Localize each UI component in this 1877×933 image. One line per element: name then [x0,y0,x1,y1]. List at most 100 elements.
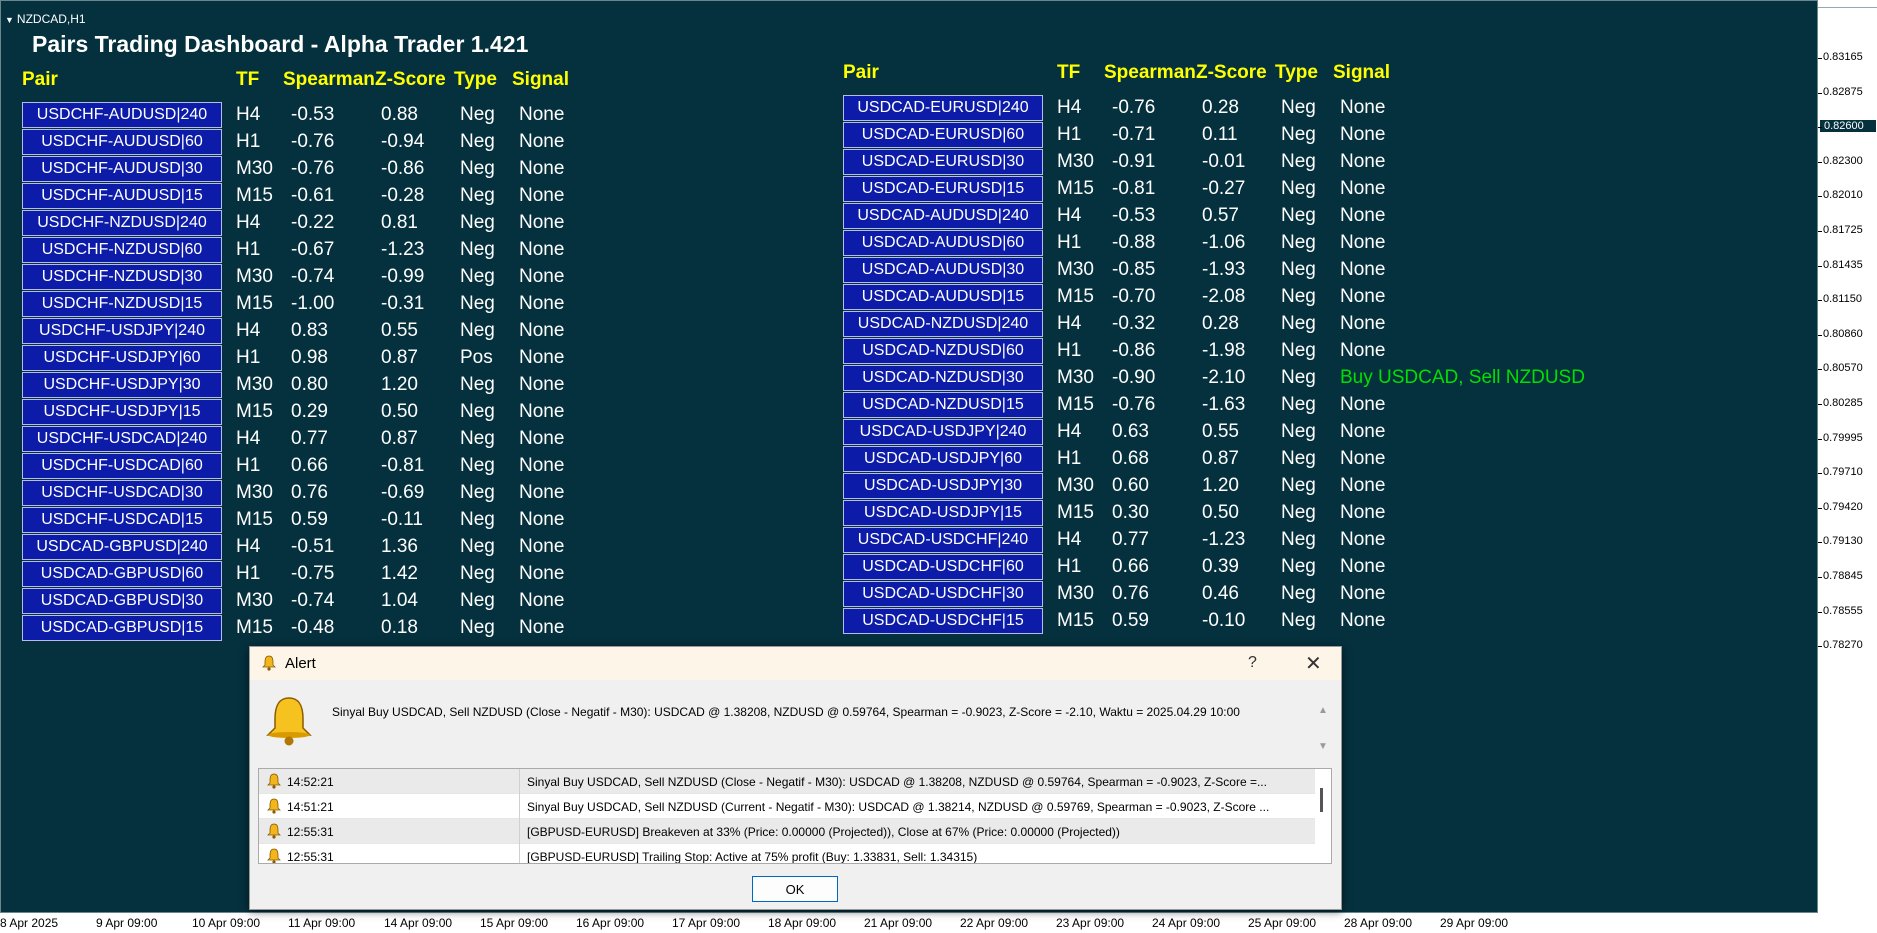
type-cell: Neg [1281,259,1316,280]
type-cell: Neg [460,482,495,503]
pair-button[interactable]: USDCAD-GBPUSD|240 [22,534,222,560]
tf-cell: H4 [236,320,261,341]
signal-cell: None [519,509,565,530]
pair-button[interactable]: USDCAD-USDJPY|30 [843,473,1043,499]
zscore-cell: -0.99 [381,266,425,287]
zscore-cell: -1.63 [1202,394,1246,415]
pair-button[interactable]: USDCAD-NZDUSD|15 [843,392,1043,418]
pair-button[interactable]: USDCAD-GBPUSD|30 [22,588,222,614]
signal-cell: None [519,239,565,260]
dropdown-triangle-icon[interactable]: ▼ [5,15,14,25]
alert-list-item[interactable]: 12:55:31 [GBPUSD-EURUSD] Breakeven at 33%… [259,819,1315,844]
price-axis[interactable]: 0.83165 0.82875 0.82600 0.82300 0.82010 0.817… [1818,0,1877,913]
pair-button[interactable]: USDCAD-AUDUSD|60 [843,230,1043,256]
pair-button[interactable]: USDCAD-EURUSD|30 [843,149,1043,175]
zscore-cell: 0.81 [381,212,418,233]
signal-cell: None [519,131,565,152]
table-row: USDCAD-USDJPY|60 H1 0.68 0.87 Neg None [843,446,1743,473]
type-cell: Neg [1281,367,1316,388]
pair-button[interactable]: USDCHF-USDJPY|15 [22,399,222,425]
alert-titlebar[interactable]: Alert ? ✕ [250,647,1341,680]
pair-button[interactable]: USDCHF-USDCAD|30 [22,480,222,506]
pair-button[interactable]: USDCAD-USDCHF|240 [843,527,1043,553]
time-tick: 18 Apr 09:00 [768,916,837,930]
bell-icon [267,773,281,789]
type-cell: Neg [1281,340,1316,361]
pair-button[interactable]: USDCAD-AUDUSD|30 [843,257,1043,283]
alert-text: Sinyal Buy USDCAD, Sell NZDUSD (Current … [527,800,1270,814]
pair-button[interactable]: USDCHF-USDCAD|15 [22,507,222,533]
signal-cell: None [519,212,565,233]
type-cell: Neg [460,509,495,530]
spearman-cell: 0.29 [291,401,328,422]
pair-button[interactable]: USDCHF-USDCAD|60 [22,453,222,479]
pair-button[interactable]: USDCHF-AUDUSD|15 [22,183,222,209]
pair-button[interactable]: USDCHF-NZDUSD|15 [22,291,222,317]
pair-button[interactable]: USDCAD-NZDUSD|60 [843,338,1043,364]
alert-history-list[interactable]: 14:52:21 Sinyal Buy USDCAD, Sell NZDUSD (… [258,768,1332,864]
zscore-cell: -0.31 [381,293,425,314]
signal-cell: None [519,536,565,557]
table-row: USDCAD-USDJPY|15 M15 0.30 0.50 Neg None [843,500,1743,527]
pair-button[interactable]: USDCAD-USDCHF|60 [843,554,1043,580]
type-cell: Neg [460,293,495,314]
pair-button[interactable]: USDCAD-USDJPY|60 [843,446,1043,472]
help-button[interactable]: ? [1248,654,1257,672]
tf-cell: M15 [1057,502,1094,523]
pair-button[interactable]: USDCAD-EURUSD|15 [843,176,1043,202]
zscore-cell: -0.11 [381,509,423,530]
table-row: USDCHF-USDJPY|60 H1 0.98 0.87 Pos None [22,345,922,372]
pair-button[interactable]: USDCHF-AUDUSD|240 [22,102,222,128]
signal-cell: None [519,104,565,125]
pair-button[interactable]: USDCAD-AUDUSD|15 [843,284,1043,310]
alert-list-item[interactable]: 14:51:21 Sinyal Buy USDCAD, Sell NZDUSD (… [259,794,1315,819]
pair-button[interactable]: USDCAD-USDJPY|15 [843,500,1043,526]
zscore-cell: 0.28 [1202,97,1239,118]
pair-button[interactable]: USDCAD-NZDUSD|30 [843,365,1043,391]
close-button[interactable]: ✕ [1305,651,1322,676]
table-row: USDCAD-NZDUSD|15 M15 -0.76 -1.63 Neg None [843,392,1743,419]
pair-button[interactable]: USDCAD-NZDUSD|240 [843,311,1043,337]
pair-button[interactable]: USDCHF-USDJPY|30 [22,372,222,398]
column-divider [519,794,520,819]
pair-button[interactable]: USDCHF-AUDUSD|60 [22,129,222,155]
pair-button[interactable]: USDCAD-EURUSD|60 [843,122,1043,148]
alert-bell-icon [266,697,312,746]
pair-button[interactable]: USDCAD-EURUSD|240 [843,95,1043,121]
alert-dialog: Alert ? ✕ Sinyal Buy USDCAD, Sell NZDUSD… [249,646,1342,910]
zscore-cell: 0.18 [381,617,418,638]
pair-button[interactable]: USDCHF-USDJPY|60 [22,345,222,371]
table-row: USDCAD-EURUSD|15 M15 -0.81 -0.27 Neg None [843,176,1743,203]
tf-cell: M30 [236,158,273,179]
pair-button[interactable]: USDCAD-USDCHF|15 [843,608,1043,634]
time-axis[interactable]: 8 Apr 2025 9 Apr 09:00 10 Apr 09:00 11 Apr … [0,913,1877,933]
pair-button[interactable]: USDCHF-NZDUSD|240 [22,210,222,236]
type-cell: Neg [1281,421,1316,442]
pair-button[interactable]: USDCAD-GBPUSD|60 [22,561,222,587]
tf-cell: H1 [1057,232,1082,253]
signal-cell: None [1340,205,1386,226]
zscore-cell: 0.28 [1202,313,1239,334]
pair-button[interactable]: USDCHF-USDJPY|240 [22,318,222,344]
symbol-label[interactable]: ▼ NZDCAD,H1 [5,12,86,26]
pair-button[interactable]: USDCHF-NZDUSD|60 [22,237,222,263]
pair-button[interactable]: USDCAD-USDJPY|240 [843,419,1043,445]
zscore-cell: 0.88 [381,104,418,125]
alert-list-item[interactable]: 12:55:31 [GBPUSD-EURUSD] Trailing Stop: A… [259,844,1315,863]
zscore-cell: 0.11 [1202,124,1238,145]
pair-button[interactable]: USDCHF-AUDUSD|30 [22,156,222,182]
list-scrollbar[interactable] [1320,788,1323,812]
scroll-up-icon[interactable]: ▲ [1318,705,1328,716]
spearman-cell: -0.76 [1112,97,1156,118]
tf-cell: H1 [1057,124,1082,145]
alert-list-item[interactable]: 14:52:21 Sinyal Buy USDCAD, Sell NZDUSD (… [259,769,1315,794]
tf-cell: H4 [236,428,261,449]
pair-button[interactable]: USDCAD-AUDUSD|240 [843,203,1043,229]
pair-button[interactable]: USDCHF-USDCAD|240 [22,426,222,452]
type-cell: Neg [460,590,495,611]
pair-button[interactable]: USDCHF-NZDUSD|30 [22,264,222,290]
scroll-down-icon[interactable]: ▼ [1318,741,1328,752]
pair-button[interactable]: USDCAD-GBPUSD|15 [22,615,222,641]
ok-button[interactable]: OK [752,876,838,902]
pair-button[interactable]: USDCAD-USDCHF|30 [843,581,1043,607]
